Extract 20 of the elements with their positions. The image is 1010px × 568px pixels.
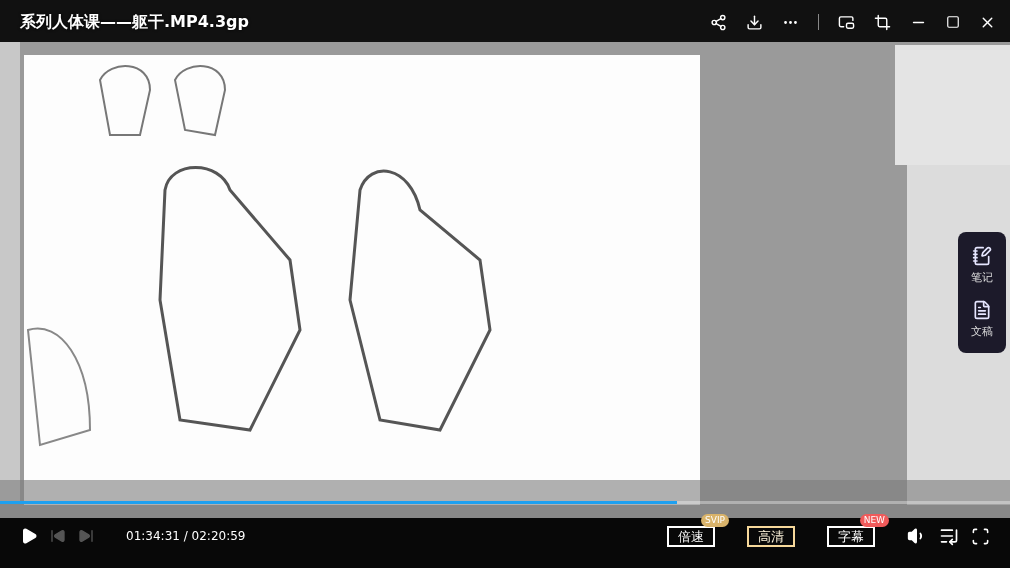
fullscreen-icon[interactable]: [971, 526, 990, 546]
player-option-button[interactable]: 高清: [747, 525, 795, 547]
document-icon: [972, 300, 992, 321]
next-icon[interactable]: [78, 528, 94, 544]
picture-in-picture-icon[interactable]: [838, 13, 855, 31]
progress-track[interactable]: [0, 501, 1010, 504]
play-icon[interactable]: [20, 527, 38, 545]
player-option-button[interactable]: 字幕: [827, 525, 875, 547]
side-panel-item[interactable]: 文稿: [971, 300, 993, 340]
note-pen-icon: [972, 245, 992, 266]
side-panel-item[interactable]: 笔记: [971, 245, 993, 285]
maximize-icon[interactable]: [946, 15, 960, 29]
crop-icon[interactable]: [874, 13, 891, 31]
share-icon[interactable]: [710, 13, 727, 31]
video-title: 系列人体课——躯干.MP4.3gp: [20, 11, 250, 33]
playback-time: 01:34:31 / 02:20:59: [126, 529, 246, 543]
player-option-button[interactable]: 倍速: [667, 525, 715, 547]
previous-icon[interactable]: [50, 528, 66, 544]
playlist-icon[interactable]: [939, 526, 959, 546]
download-icon[interactable]: [746, 13, 763, 31]
